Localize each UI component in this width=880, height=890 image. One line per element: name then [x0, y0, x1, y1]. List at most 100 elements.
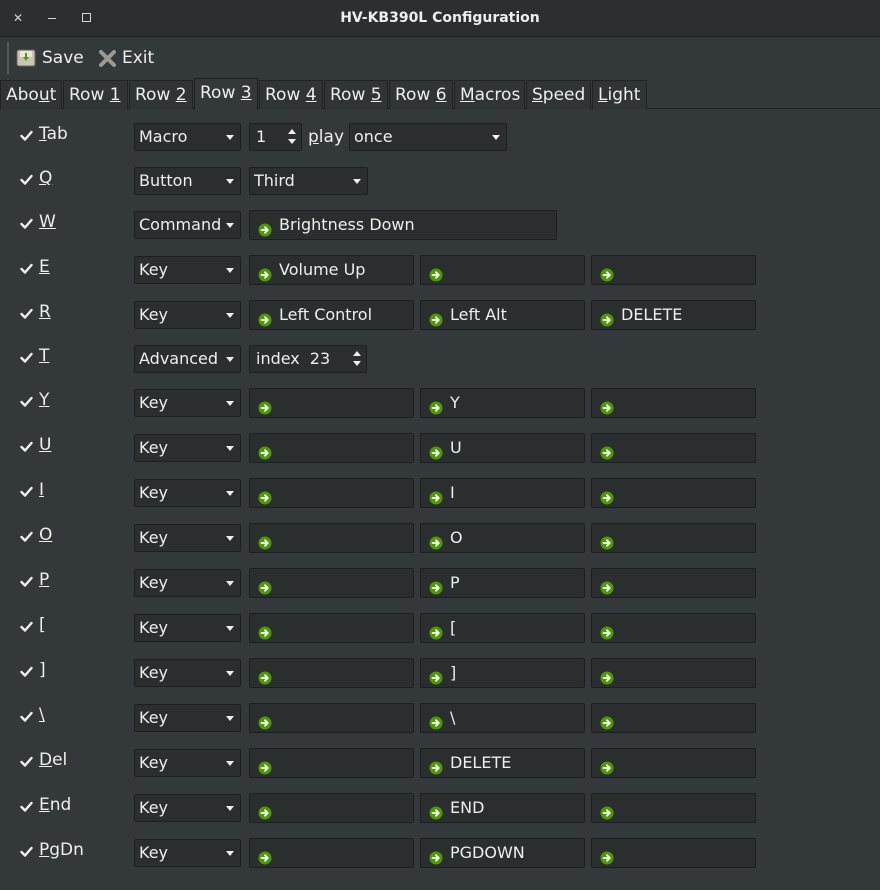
mode-select[interactable]: Key: [134, 704, 241, 732]
tab-row-4[interactable]: Row 4: [259, 80, 323, 109]
enable-checkbox[interactable]: [18, 439, 34, 455]
decrement-icon[interactable]: [353, 361, 361, 366]
enable-checkbox[interactable]: [18, 529, 34, 545]
mode-select[interactable]: Key: [134, 794, 241, 822]
mode-select[interactable]: Key: [134, 659, 241, 687]
index-spinner[interactable]: index 23: [249, 345, 367, 373]
key-field[interactable]: [591, 748, 756, 778]
tab-row-2[interactable]: Row 2: [129, 80, 193, 109]
key-field[interactable]: Left Alt: [420, 300, 585, 330]
enable-checkbox[interactable]: [18, 350, 34, 366]
key-field[interactable]: [249, 793, 414, 823]
key-field[interactable]: O: [420, 523, 585, 553]
mode-select[interactable]: Key: [134, 614, 241, 642]
key-field[interactable]: [591, 658, 756, 688]
key-field[interactable]: [591, 478, 756, 508]
key-field[interactable]: [591, 388, 756, 418]
key-field[interactable]: [: [420, 613, 585, 643]
exit-button[interactable]: Exit: [98, 46, 154, 70]
key-field[interactable]: [591, 523, 756, 553]
key-field[interactable]: DELETE: [591, 300, 756, 330]
key-field[interactable]: [249, 388, 414, 418]
tab-light[interactable]: Light: [592, 80, 647, 109]
enable-checkbox[interactable]: [18, 216, 34, 232]
play-mode-select[interactable]: once: [349, 123, 507, 151]
command-field[interactable]: Brightness Down: [249, 210, 557, 240]
key-field[interactable]: [249, 748, 414, 778]
enable-checkbox[interactable]: [18, 306, 34, 322]
key-field[interactable]: \: [420, 703, 585, 733]
mode-select[interactable]: Key: [134, 256, 241, 284]
save-button[interactable]: Save: [16, 46, 84, 70]
key-field[interactable]: [249, 433, 414, 463]
button-select[interactable]: Third: [249, 167, 368, 195]
enable-checkbox[interactable]: [18, 394, 34, 410]
mode-select[interactable]: Key: [134, 479, 241, 507]
mode-select[interactable]: Key: [134, 524, 241, 552]
enable-checkbox[interactable]: [18, 619, 34, 635]
spinner-arrows[interactable]: [285, 126, 299, 148]
key-label: Y: [39, 390, 49, 410]
tab-row-3[interactable]: Row 3: [194, 78, 258, 110]
key-field[interactable]: U: [420, 433, 585, 463]
mode-select[interactable]: Macro: [134, 123, 241, 151]
mode-select[interactable]: Key: [134, 749, 241, 777]
mode-select[interactable]: Key: [134, 434, 241, 462]
key-field[interactable]: [591, 703, 756, 733]
key-field[interactable]: ]: [420, 658, 585, 688]
spinner-arrows[interactable]: [350, 348, 364, 370]
key-field[interactable]: [591, 793, 756, 823]
enable-checkbox[interactable]: [18, 574, 34, 590]
macro-spinner[interactable]: 1: [249, 123, 302, 151]
increment-icon[interactable]: [353, 351, 361, 356]
decrement-icon[interactable]: [288, 139, 296, 144]
enable-checkbox[interactable]: [18, 128, 34, 144]
key-field[interactable]: [420, 255, 585, 285]
key-field[interactable]: END: [420, 793, 585, 823]
tab-mnemonic: 2: [175, 85, 187, 105]
key-field[interactable]: [591, 255, 756, 285]
enable-checkbox[interactable]: [18, 799, 34, 815]
go-arrow-icon: [429, 396, 443, 415]
mode-select[interactable]: Key: [134, 389, 241, 417]
tab-row-5[interactable]: Row 5: [324, 80, 388, 109]
key-field[interactable]: [249, 703, 414, 733]
mode-select[interactable]: Button: [134, 167, 241, 195]
enable-checkbox[interactable]: [18, 664, 34, 680]
enable-checkbox[interactable]: [18, 261, 34, 277]
key-field[interactable]: [249, 658, 414, 688]
key-field[interactable]: [249, 613, 414, 643]
key-field[interactable]: P: [420, 568, 585, 598]
tab-about[interactable]: About: [0, 80, 62, 109]
tab-macros[interactable]: Macros: [454, 80, 525, 109]
key-field[interactable]: [249, 568, 414, 598]
tab-row-6[interactable]: Row 6: [389, 80, 453, 109]
enable-checkbox[interactable]: [18, 754, 34, 770]
mode-select[interactable]: Command: [134, 211, 241, 239]
key-field[interactable]: [249, 838, 414, 868]
key-field[interactable]: I: [420, 478, 585, 508]
key-field[interactable]: [591, 568, 756, 598]
key-field[interactable]: DELETE: [420, 748, 585, 778]
mode-select[interactable]: Key: [134, 301, 241, 329]
key-field[interactable]: Volume Up: [249, 255, 414, 285]
key-field[interactable]: [591, 433, 756, 463]
mode-select[interactable]: Advanced: [134, 345, 241, 373]
key-field[interactable]: Y: [420, 388, 585, 418]
key-field[interactable]: [591, 838, 756, 868]
chevron-down-icon: [226, 223, 234, 228]
key-field[interactable]: [591, 613, 756, 643]
tab-row-1[interactable]: Row 1: [63, 80, 128, 109]
key-field[interactable]: PGDOWN: [420, 838, 585, 868]
enable-checkbox[interactable]: [18, 484, 34, 500]
key-field[interactable]: [249, 523, 414, 553]
mode-select[interactable]: Key: [134, 569, 241, 597]
enable-checkbox[interactable]: [18, 709, 34, 725]
enable-checkbox[interactable]: [18, 844, 34, 860]
key-field[interactable]: [249, 478, 414, 508]
tab-speed[interactable]: Speed: [526, 80, 591, 109]
enable-checkbox[interactable]: [18, 172, 34, 188]
mode-select[interactable]: Key: [134, 839, 241, 867]
key-field[interactable]: Left Control: [249, 300, 414, 330]
increment-icon[interactable]: [288, 129, 296, 134]
